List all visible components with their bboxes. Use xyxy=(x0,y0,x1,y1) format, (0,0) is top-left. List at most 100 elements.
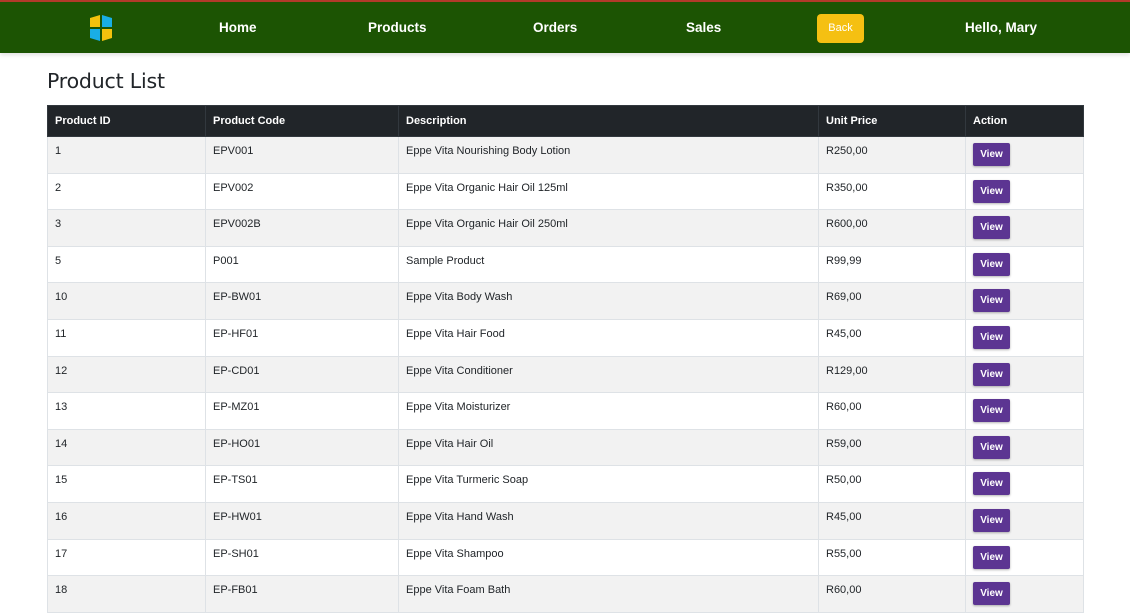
view-button[interactable]: View xyxy=(973,252,1010,276)
cell-product-id: 13 xyxy=(47,392,206,430)
view-button[interactable]: View xyxy=(973,399,1010,423)
table-row: 15 EP-TS01 Eppe Vita Turmeric Soap R50,00 Vi… xyxy=(47,465,1084,503)
cell-unit-price: R250,00 xyxy=(818,136,966,174)
cell-product-code: EPV002 xyxy=(205,172,399,211)
cell-action: View xyxy=(965,355,1084,394)
header-product-id: Product ID xyxy=(47,105,206,137)
page-title: Product List xyxy=(47,69,165,93)
cell-product-id: 14 xyxy=(47,428,206,467)
cell-product-code: EP-HW01 xyxy=(205,501,399,540)
cell-unit-price: R55,00 xyxy=(818,538,966,577)
cell-action: View xyxy=(965,282,1084,320)
table-row: 18 EP-FB01 Eppe Vita Foam Bath R60,00 View xyxy=(47,575,1084,613)
cell-action: View xyxy=(965,136,1084,174)
cell-action: View xyxy=(965,575,1084,613)
table-row: 10 EP-BW01 Eppe Vita Body Wash R69,00 View xyxy=(47,282,1084,320)
header-product-code: Product Code xyxy=(205,105,399,137)
cell-description: Eppe Vita Foam Bath xyxy=(398,575,819,613)
cell-description: Eppe Vita Organic Hair Oil 250ml xyxy=(398,209,819,247)
cell-unit-price: R99,99 xyxy=(818,245,966,284)
cell-unit-price: R600,00 xyxy=(818,209,966,247)
cell-unit-price: R45,00 xyxy=(818,318,966,357)
cell-product-code: EP-TS01 xyxy=(205,465,399,503)
view-button[interactable]: View xyxy=(973,582,1010,606)
cell-action: View xyxy=(965,465,1084,503)
cell-action: View xyxy=(965,318,1084,357)
windows-logo-icon[interactable] xyxy=(90,15,112,41)
cell-description: Eppe Vita Shampoo xyxy=(398,538,819,577)
cell-product-code: EPV001 xyxy=(205,136,399,174)
cell-product-id: 17 xyxy=(47,538,206,577)
cell-product-code: EP-BW01 xyxy=(205,282,399,320)
user-greeting: Hello, Mary xyxy=(965,20,1038,35)
cell-description: Eppe Vita Hand Wash xyxy=(398,501,819,540)
nav-sales-link[interactable]: Sales xyxy=(686,20,721,36)
cell-description: Eppe Vita Hair Food xyxy=(398,318,819,357)
cell-product-code: EP-SH01 xyxy=(205,538,399,577)
view-button[interactable]: View xyxy=(973,143,1010,166)
cell-product-code: EP-MZ01 xyxy=(205,392,399,430)
table-row: 5 P001 Sample Product R99,99 View xyxy=(47,245,1084,284)
cell-product-id: 1 xyxy=(47,136,206,174)
cell-product-id: 3 xyxy=(47,209,206,247)
product-table-header: Product ID Product Code Description Unit… xyxy=(47,105,1084,137)
cell-unit-price: R69,00 xyxy=(818,282,966,320)
cell-action: View xyxy=(965,538,1084,577)
view-button[interactable]: View xyxy=(973,472,1010,496)
cell-product-id: 15 xyxy=(47,465,206,503)
cell-description: Eppe Vita Nourishing Body Lotion xyxy=(398,136,819,174)
view-button[interactable]: View xyxy=(973,289,1010,313)
nav-orders-link[interactable]: Orders xyxy=(533,20,577,36)
nav-home-link[interactable]: Home xyxy=(219,20,257,36)
view-button[interactable]: View xyxy=(973,435,1010,459)
table-row: 16 EP-HW01 Eppe Vita Hand Wash R45,00 View xyxy=(47,501,1084,540)
cell-product-id: 10 xyxy=(47,282,206,320)
cell-description: Eppe Vita Organic Hair Oil 125ml xyxy=(398,172,819,211)
cell-product-id: 18 xyxy=(47,575,206,613)
table-row: 13 EP-MZ01 Eppe Vita Moisturizer R60,00 View xyxy=(47,392,1084,430)
view-button[interactable]: View xyxy=(973,216,1010,240)
table-row: 12 EP-CD01 Eppe Vita Conditioner R129,00 Vie… xyxy=(47,355,1084,394)
cell-action: View xyxy=(965,501,1084,540)
cell-unit-price: R45,00 xyxy=(818,501,966,540)
cell-product-code: EP-HO01 xyxy=(205,428,399,467)
table-row: 17 EP-SH01 Eppe Vita Shampoo R55,00 View xyxy=(47,538,1084,577)
table-row: 2 EPV002 Eppe Vita Organic Hair Oil 125ml R… xyxy=(47,172,1084,211)
cell-description: Sample Product xyxy=(398,245,819,284)
cell-description: Eppe Vita Conditioner xyxy=(398,355,819,394)
cell-action: View xyxy=(965,245,1084,284)
cell-product-code: EPV002B xyxy=(205,209,399,247)
cell-description: Eppe Vita Turmeric Soap xyxy=(398,465,819,503)
cell-description: Eppe Vita Body Wash xyxy=(398,282,819,320)
table-row: 14 EP-HO01 Eppe Vita Hair Oil R59,00 View xyxy=(47,428,1084,467)
cell-product-code: EP-CD01 xyxy=(205,355,399,394)
header-unit-price: Unit Price xyxy=(818,105,966,137)
top-navbar: Home Products Orders Sales Back Hello, M… xyxy=(0,0,1130,53)
back-button[interactable]: Back xyxy=(817,14,864,43)
table-row: 3 EPV002B Eppe Vita Organic Hair Oil 250ml… xyxy=(47,209,1084,247)
cell-unit-price: R59,00 xyxy=(818,428,966,467)
cell-product-id: 11 xyxy=(47,318,206,357)
view-button[interactable]: View xyxy=(973,362,1010,386)
header-row: Product ID Product Code Description Unit… xyxy=(47,105,1084,137)
view-button[interactable]: View xyxy=(973,545,1010,569)
cell-unit-price: R350,00 xyxy=(818,172,966,211)
cell-product-code: EP-HF01 xyxy=(205,318,399,357)
view-button[interactable]: View xyxy=(973,179,1010,203)
cell-description: Eppe Vita Moisturizer xyxy=(398,392,819,430)
cell-unit-price: R50,00 xyxy=(818,465,966,503)
view-button[interactable]: View xyxy=(973,325,1010,349)
cell-product-code: P001 xyxy=(205,245,399,284)
product-table: Product ID Product Code Description Unit… xyxy=(47,105,1084,613)
nav-products-link[interactable]: Products xyxy=(368,20,427,36)
cell-action: View xyxy=(965,428,1084,467)
cell-product-id: 16 xyxy=(47,501,206,540)
cell-action: View xyxy=(965,392,1084,430)
cell-product-id: 12 xyxy=(47,355,206,394)
table-row: 1 EPV001 Eppe Vita Nourishing Body Lotion R… xyxy=(47,136,1084,174)
cell-unit-price: R129,00 xyxy=(818,355,966,394)
cell-unit-price: R60,00 xyxy=(818,392,966,430)
view-button[interactable]: View xyxy=(973,508,1010,532)
cell-action: View xyxy=(965,209,1084,247)
cell-product-id: 2 xyxy=(47,172,206,211)
